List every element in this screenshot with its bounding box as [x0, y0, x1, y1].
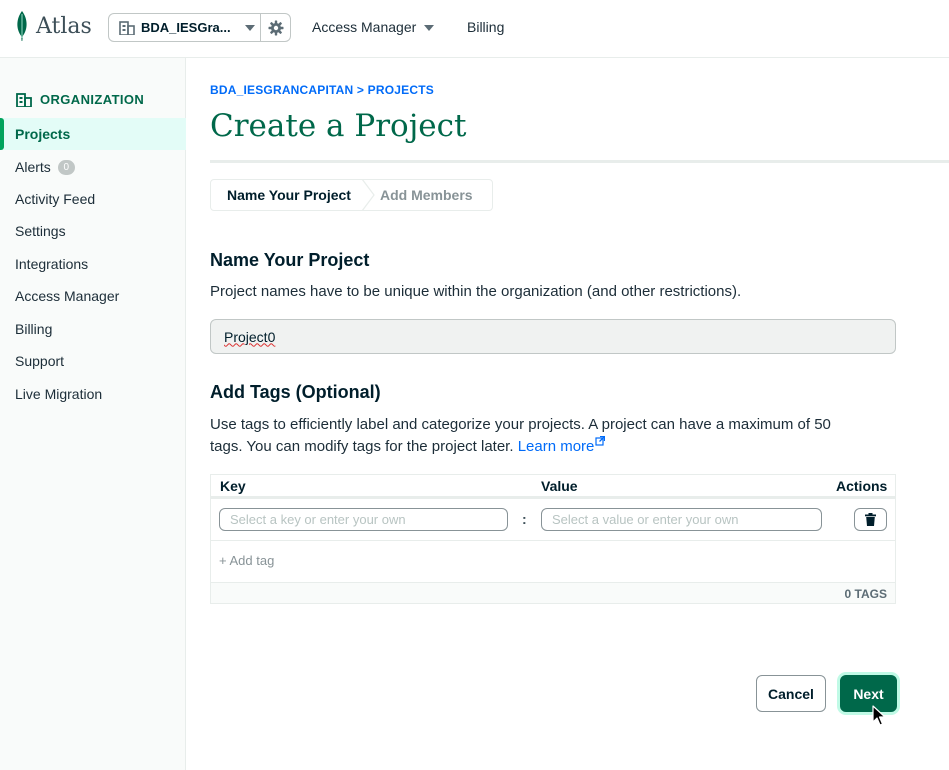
building-icon	[16, 92, 32, 107]
page-title: Create a Project	[210, 108, 467, 144]
sidebar-heading: ORGANIZATION	[16, 92, 144, 107]
external-link-icon	[595, 435, 606, 446]
access-manager-label: Access Manager	[312, 19, 417, 35]
building-icon	[119, 20, 135, 35]
tags-table: Key Value Actions Select a key or enter …	[210, 474, 896, 604]
sidebar-item-live-migration[interactable]: Live Migration	[0, 378, 186, 410]
sidebar-item-label: Access Manager	[15, 288, 120, 304]
sidebar-item-integrations[interactable]: Integrations	[0, 248, 186, 280]
key-value-separator: :	[522, 511, 527, 527]
column-header-value: Value	[541, 478, 578, 494]
sidebar-item-label: Settings	[15, 223, 66, 239]
wizard-step-add-members: Add Members	[379, 187, 473, 203]
project-name-input[interactable]: Project0	[210, 319, 896, 354]
chevron-down-icon	[245, 24, 255, 31]
breadcrumb[interactable]: BDA_IESGRANCAPITAN > PROJECTS	[210, 83, 434, 97]
name-section-description: Project names have to be unique within t…	[210, 283, 742, 300]
tags-table-footer: 0 TAGS	[211, 582, 895, 603]
wizard-step-name-project: Name Your Project	[227, 187, 351, 203]
learn-more-link[interactable]: Learn more	[517, 435, 606, 455]
sidebar-item-alerts[interactable]: Alerts 0	[0, 151, 186, 183]
tags-section-description: Use tags to efficiently label and catego…	[210, 414, 831, 458]
billing-label: Billing	[467, 19, 505, 35]
sidebar-item-label: Activity Feed	[15, 191, 96, 207]
delete-tag-button[interactable]	[854, 508, 887, 531]
wizard-steps: Name Your Project Add Members	[210, 179, 493, 211]
tag-count: 0 TAGS	[844, 587, 887, 601]
sidebar-item-support[interactable]: Support	[0, 345, 186, 377]
sidebar-item-activity-feed[interactable]: Activity Feed	[0, 183, 186, 215]
billing-link[interactable]: Billing	[467, 19, 504, 35]
add-tag-button[interactable]: + Add tag	[219, 553, 274, 568]
tags-description-line2-wrap: tags. You can modify tags for the projec…	[210, 435, 831, 458]
org-settings-button[interactable]	[260, 14, 290, 41]
trash-icon	[865, 513, 876, 526]
table-row-divider	[211, 540, 895, 541]
next-button[interactable]: Next	[840, 675, 897, 712]
access-manager-menu[interactable]: Access Manager	[312, 19, 435, 35]
logo-text: Atlas	[36, 13, 92, 39]
table-header-divider	[211, 496, 895, 499]
alerts-count-badge: 0	[57, 159, 75, 175]
tag-value-placeholder: Select a value or enter your own	[552, 512, 739, 527]
sidebar-item-label: Projects	[15, 126, 71, 142]
sidebar-item-label: Alerts	[15, 159, 51, 175]
leaf-icon	[17, 11, 27, 41]
mouse-cursor-icon	[872, 705, 886, 726]
sidebar-item-label: Live Migration	[15, 386, 103, 402]
project-name-value: Project0	[224, 328, 276, 345]
sidebar-item-label: Support	[15, 353, 65, 369]
organization-name: BDA_IESGra...	[141, 20, 231, 35]
tag-value-input[interactable]: Select a value or enter your own	[541, 508, 822, 531]
tag-key-placeholder: Select a key or enter your own	[230, 512, 406, 527]
column-header-actions: Actions	[836, 478, 888, 494]
sidebar-item-settings[interactable]: Settings	[0, 215, 186, 247]
learn-more-label: Learn more	[517, 438, 595, 455]
column-header-key: Key	[220, 478, 246, 494]
tags-section-heading: Add Tags (Optional)	[210, 382, 381, 402]
chevron-down-icon	[424, 25, 435, 32]
organization-selector[interactable]: BDA_IESGra...	[108, 13, 291, 42]
name-section-heading: Name Your Project	[210, 250, 370, 270]
top-navbar: Atlas BDA_IESGra... Access Manager Billi…	[0, 0, 949, 58]
sidebar-item-projects[interactable]: Projects	[0, 118, 186, 150]
chevron-right-icon	[361, 179, 375, 211]
tag-key-input[interactable]: Select a key or enter your own	[219, 508, 508, 531]
title-divider	[210, 160, 949, 163]
atlas-logo[interactable]: Atlas	[14, 10, 92, 42]
sidebar: ORGANIZATION Projects Alerts 0 Activity …	[0, 58, 186, 770]
tags-description-line1: Use tags to efficiently label and catego…	[210, 416, 831, 433]
gear-icon	[268, 20, 283, 35]
sidebar-item-label: Integrations	[15, 256, 89, 272]
sidebar-item-billing[interactable]: Billing	[0, 313, 186, 345]
sidebar-heading-label: ORGANIZATION	[40, 92, 145, 107]
sidebar-item-access-manager[interactable]: Access Manager	[0, 280, 186, 312]
tags-description-line2: tags. You can modify tags for the projec…	[210, 438, 514, 455]
sidebar-item-label: Billing	[15, 321, 53, 337]
cancel-button[interactable]: Cancel	[756, 675, 826, 712]
